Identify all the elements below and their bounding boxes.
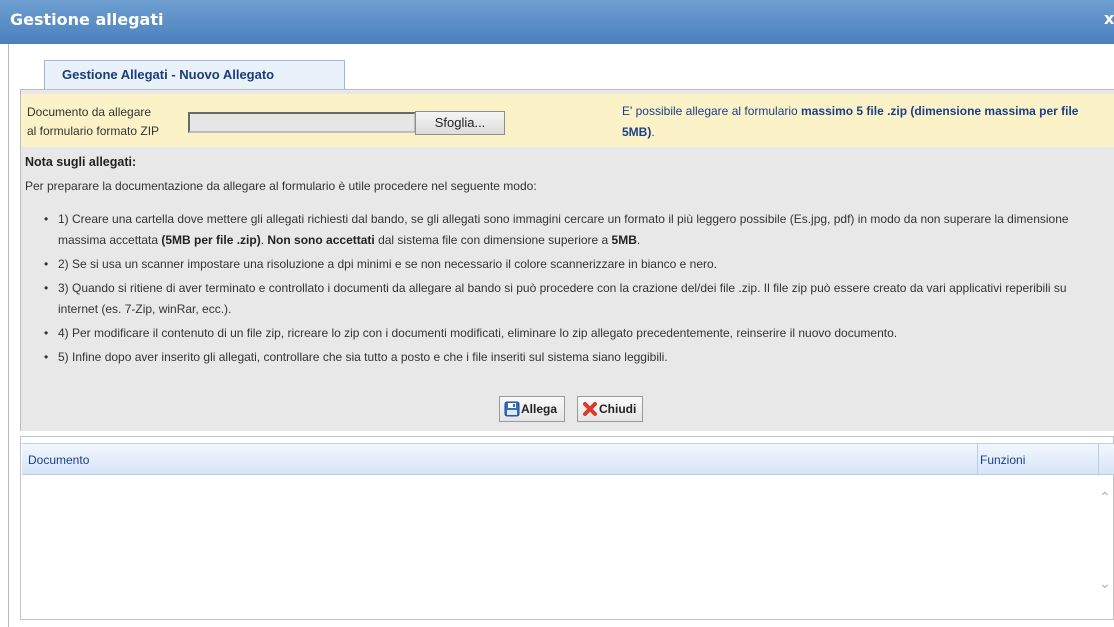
allega-button-label: Allega: [521, 402, 558, 416]
notes-intro: Per preparare la documentazione da alleg…: [25, 179, 537, 193]
close-icon[interactable]: x: [1104, 9, 1114, 28]
scroll-down-chevron-icon[interactable]: ⌄: [1099, 575, 1111, 592]
floppy-disk-icon: [504, 401, 520, 417]
window-border: [8, 44, 9, 627]
allega-button[interactable]: Allega: [499, 396, 565, 422]
column-divider: [1098, 444, 1099, 474]
section-header-tab: Gestione Allegati - Nuovo Allegato: [44, 60, 345, 89]
red-x-icon: [583, 402, 597, 416]
note-1-text-b: (5MB per file .zip): [161, 233, 261, 247]
section-header-title: Gestione Allegati - Nuovo Allegato: [62, 67, 275, 82]
notes-list: 1) Creare una cartella dove mettere gli …: [44, 209, 1094, 371]
note-1-text-f: 5MB: [611, 233, 637, 247]
note-1-text-g: .: [636, 233, 641, 247]
note-item-5: 5) Infine dopo aver inserito gli allegat…: [44, 347, 1094, 368]
document-label-line2: al formulario formato ZIP: [27, 124, 160, 138]
document-label-line1: Documento da allegare: [27, 105, 152, 119]
table-header: Documento Funzioni: [22, 443, 1114, 475]
attachments-table: Documento Funzioni ⌃ ⌄: [20, 436, 1114, 620]
file-path-input[interactable]: [188, 112, 416, 133]
column-header-documento[interactable]: Documento: [28, 453, 89, 467]
window-title: Gestione allegati: [10, 10, 164, 29]
window-titlebar: Gestione allegati x: [0, 0, 1114, 44]
note-1-text-d: Non sono accettati: [267, 233, 375, 247]
upload-limit-prefix: E' possibile allegare al formulario: [622, 104, 802, 118]
note-item-3: 3) Quando si ritiene di aver terminato e…: [44, 278, 1094, 320]
notes-title: Nota sugli allegati:: [25, 155, 137, 169]
note-item-2: 2) Se si usa un scanner impostare una ri…: [44, 254, 1094, 275]
column-header-funzioni[interactable]: Funzioni: [980, 453, 1025, 467]
document-label: Documento da allegare al formulario form…: [27, 103, 177, 141]
note-item-1: 1) Creare una cartella dove mettere gli …: [44, 209, 1094, 251]
column-divider: [977, 444, 978, 474]
scroll-up-chevron-icon[interactable]: ⌃: [1099, 489, 1111, 506]
upload-limit-text: E' possibile allegare al formulario mass…: [622, 101, 1102, 143]
upload-limit-suffix: .: [651, 125, 655, 139]
note-item-4: 4) Per modificare il contenuto di un fil…: [44, 323, 1094, 344]
note-1-text-e: dal sistema file con dimensione superior…: [374, 233, 612, 247]
chiudi-button[interactable]: Chiudi: [577, 396, 643, 422]
chiudi-button-label: Chiudi: [599, 402, 637, 416]
browse-button[interactable]: Sfoglia...: [415, 111, 505, 135]
